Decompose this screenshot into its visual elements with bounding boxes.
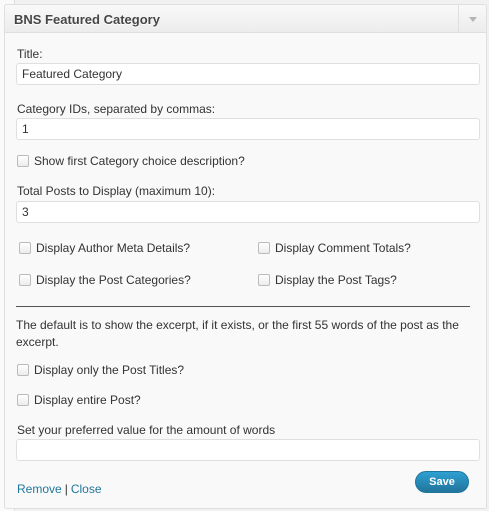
action-separator: |: [64, 482, 68, 496]
post-categories-label: Display the Post Categories?: [36, 273, 191, 287]
show-first-desc-option[interactable]: Show first Category choice description?: [17, 154, 245, 168]
category-ids-input[interactable]: [16, 118, 480, 140]
comment-totals-checkbox[interactable]: [258, 242, 270, 254]
widget-title: BNS Featured Category: [14, 12, 160, 27]
only-titles-checkbox[interactable]: [17, 364, 29, 376]
word-amount-label: Set your preferred value for the amount …: [17, 423, 276, 437]
total-posts-input[interactable]: [16, 201, 480, 223]
save-button[interactable]: Save: [415, 471, 469, 493]
post-categories-checkbox[interactable]: [19, 274, 31, 286]
collapse-toggle[interactable]: [458, 5, 486, 32]
title-label: Title:: [17, 47, 43, 61]
chevron-down-icon: [469, 17, 477, 22]
word-amount-input[interactable]: [16, 439, 480, 461]
close-link[interactable]: Close: [71, 482, 102, 496]
show-first-desc-checkbox[interactable]: [17, 155, 29, 167]
only-titles-label: Display only the Post Titles?: [34, 363, 185, 377]
post-tags-checkbox[interactable]: [258, 274, 270, 286]
author-meta-checkbox[interactable]: [19, 242, 31, 254]
author-meta-label: Display Author Meta Details?: [36, 241, 191, 255]
section-divider: [16, 306, 470, 307]
remove-link[interactable]: Remove: [17, 482, 62, 496]
title-input[interactable]: [16, 63, 480, 85]
entire-post-checkbox[interactable]: [17, 394, 29, 406]
post-tags-option[interactable]: Display the Post Tags?: [258, 273, 397, 287]
only-titles-option[interactable]: Display only the Post Titles?: [17, 363, 184, 377]
entire-post-option[interactable]: Display entire Post?: [17, 393, 141, 407]
total-posts-label: Total Posts to Display (maximum 10):: [17, 184, 216, 198]
excerpt-description: The default is to show the excerpt, if i…: [16, 318, 459, 349]
widget-control-actions: Remove | Close: [17, 482, 102, 496]
author-meta-option[interactable]: Display Author Meta Details?: [19, 241, 190, 255]
post-tags-label: Display the Post Tags?: [275, 273, 397, 287]
show-first-desc-label: Show first Category choice description?: [34, 154, 245, 168]
comment-totals-option[interactable]: Display Comment Totals?: [258, 241, 411, 255]
category-ids-label: Category IDs, separated by commas:: [17, 102, 216, 116]
post-categories-option[interactable]: Display the Post Categories?: [19, 273, 191, 287]
entire-post-label: Display entire Post?: [34, 393, 141, 407]
comment-totals-label: Display Comment Totals?: [275, 241, 411, 255]
widget-header[interactable]: BNS Featured Category: [5, 5, 486, 33]
